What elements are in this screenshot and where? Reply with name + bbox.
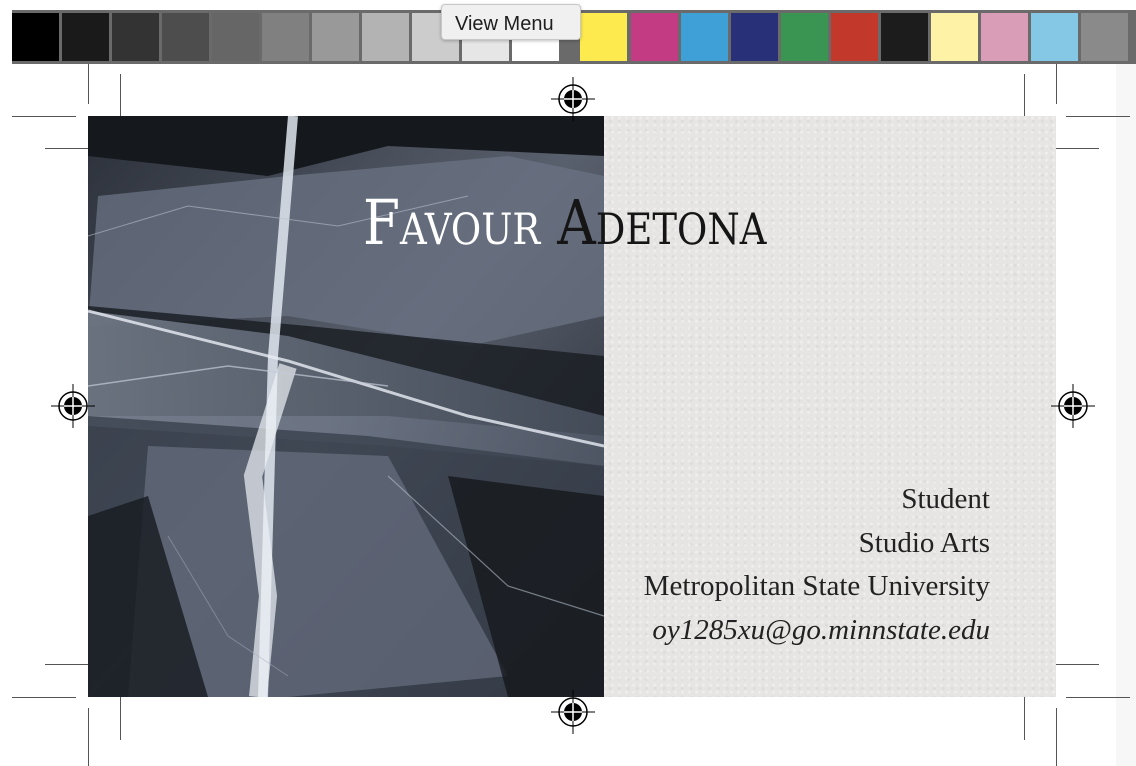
color-swatch[interactable] bbox=[212, 13, 259, 61]
registration-mark-icon bbox=[551, 690, 595, 734]
color-swatch[interactable] bbox=[162, 13, 209, 61]
color-swatch[interactable] bbox=[262, 13, 309, 61]
last-name: Adetona bbox=[557, 186, 767, 259]
registration-mark-icon bbox=[551, 77, 595, 121]
color-swatch[interactable] bbox=[580, 13, 627, 61]
registration-mark-icon bbox=[51, 384, 95, 428]
trim-mark bbox=[12, 116, 76, 117]
color-swatch[interactable] bbox=[981, 13, 1028, 61]
trim-mark bbox=[1056, 708, 1057, 766]
contact-info-block: Student Studio Arts Metropolitan State U… bbox=[644, 478, 990, 652]
color-swatch[interactable] bbox=[1081, 13, 1128, 61]
department-text: Studio Arts bbox=[858, 526, 990, 559]
color-swatch[interactable] bbox=[831, 13, 878, 61]
view-menu-tooltip: View Menu bbox=[441, 4, 581, 40]
trim-mark bbox=[1056, 64, 1057, 104]
color-swatch[interactable] bbox=[631, 13, 678, 61]
email-text: oy1285xu@go.minnstate.edu bbox=[652, 613, 990, 646]
registration-mark-icon bbox=[1051, 384, 1095, 428]
canvas-scroll-gutter bbox=[1116, 64, 1136, 766]
first-name: Favour bbox=[363, 186, 541, 259]
trim-mark bbox=[88, 64, 89, 104]
color-swatch[interactable] bbox=[362, 13, 409, 61]
color-swatch[interactable] bbox=[931, 13, 978, 61]
school-text: Metropolitan State University bbox=[643, 570, 990, 602]
color-swatch[interactable] bbox=[62, 13, 109, 61]
color-swatch[interactable] bbox=[681, 13, 728, 61]
color-swatch[interactable] bbox=[112, 13, 159, 61]
role-text: Student bbox=[901, 483, 990, 515]
trim-mark bbox=[88, 708, 89, 766]
color-swatch[interactable] bbox=[12, 13, 59, 61]
cardholder-name: Favour Adetona bbox=[363, 186, 845, 276]
color-swatch[interactable] bbox=[1031, 13, 1078, 61]
trim-mark bbox=[1066, 697, 1130, 698]
color-swatch[interactable] bbox=[781, 13, 828, 61]
color-swatch[interactable] bbox=[312, 13, 359, 61]
color-swatch[interactable] bbox=[731, 13, 778, 61]
color-swatch[interactable] bbox=[881, 13, 928, 61]
trim-mark bbox=[12, 697, 76, 698]
trim-mark bbox=[1066, 116, 1130, 117]
